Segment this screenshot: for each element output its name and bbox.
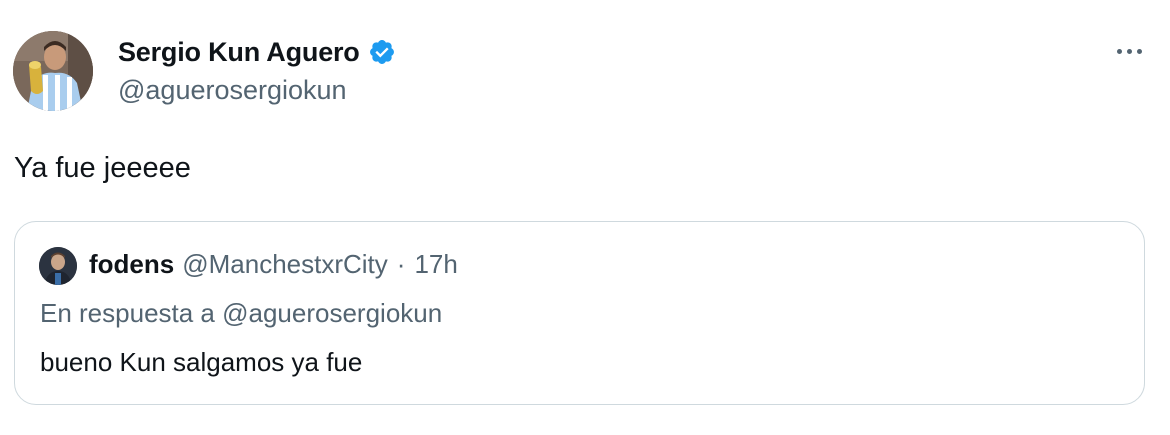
more-dot-icon bbox=[1116, 48, 1122, 54]
author-avatar[interactable] bbox=[13, 31, 93, 111]
author-name-row: Sergio Kun Aguero bbox=[118, 34, 396, 70]
more-dot-icon bbox=[1136, 48, 1142, 54]
quoted-display-name[interactable]: fodens bbox=[89, 249, 174, 280]
verified-badge-icon bbox=[368, 38, 396, 66]
separator-dot: · bbox=[396, 249, 406, 279]
quoted-timestamp[interactable]: 17h bbox=[414, 249, 457, 280]
tweet-card: Sergio Kun Aguero @aguerosergiokun Ya fu… bbox=[0, 0, 1170, 435]
tweet-text: Ya fue jeeeee bbox=[14, 152, 191, 184]
quoted-author-avatar[interactable] bbox=[39, 247, 77, 285]
reply-context: En respuesta a @aguerosergiokun bbox=[40, 298, 443, 328]
quoted-header: fodens @ManchestxrCity · 17h bbox=[89, 249, 458, 280]
profile-photo-icon bbox=[13, 31, 93, 111]
author-handle[interactable]: @aguerosergiokun bbox=[118, 75, 347, 106]
more-dot-icon bbox=[1126, 48, 1132, 54]
profile-photo-icon bbox=[39, 247, 77, 285]
quoted-tweet-text: bueno Kun salgamos ya fue bbox=[40, 347, 363, 377]
quoted-handle[interactable]: @ManchestxrCity bbox=[182, 249, 388, 280]
author-display-name[interactable]: Sergio Kun Aguero bbox=[118, 37, 360, 68]
more-options-button[interactable] bbox=[1110, 36, 1148, 66]
quoted-tweet[interactable]: fodens @ManchestxrCity · 17h En respuest… bbox=[14, 221, 1145, 405]
